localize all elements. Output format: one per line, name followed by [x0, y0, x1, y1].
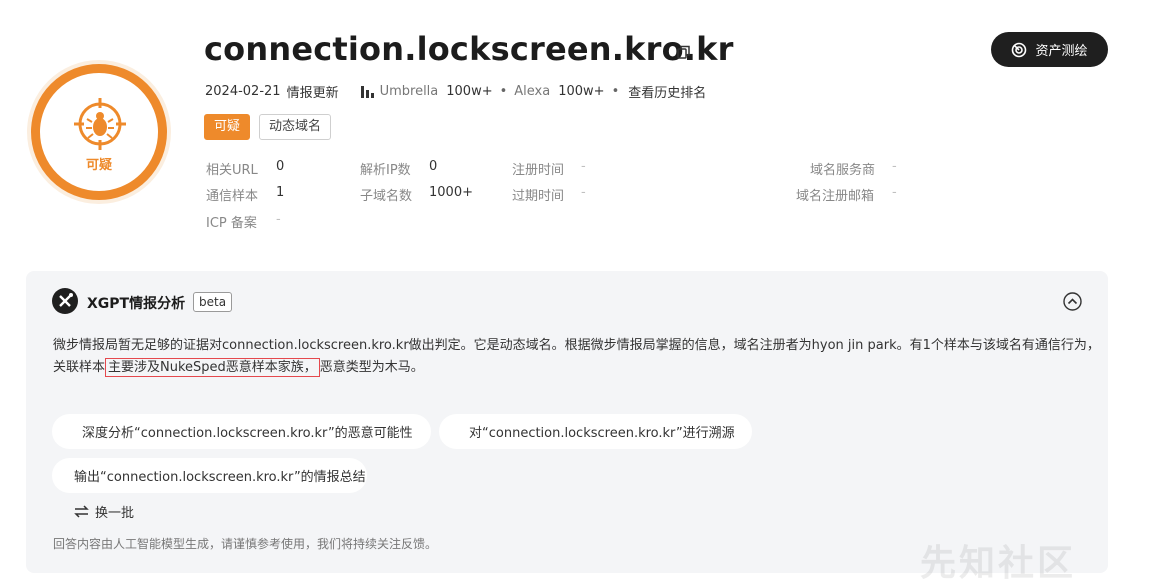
expire-time-value: -: [581, 185, 586, 200]
rank-bars-icon: [360, 85, 374, 98]
separator-dot: •: [611, 84, 620, 99]
beta-badge: beta: [193, 292, 233, 312]
analysis-highlight: 主要涉及NukeSped恶意样本家族，: [105, 358, 320, 377]
suggestion-trace-source[interactable]: 对“connection.lockscreen.kro.kr”进行溯源: [439, 414, 752, 449]
suggestion-deep-analysis[interactable]: 深度分析“connection.lockscreen.kro.kr”的恶意可能性: [52, 414, 431, 449]
xgpt-title: XGPT情报分析: [87, 296, 186, 312]
update-date: 2024-02-21: [205, 84, 281, 99]
swap-arrows-icon: [74, 505, 89, 518]
tag-dynamic-domain[interactable]: 动态域名: [259, 114, 332, 140]
analysis-text-prefix: 关联样本: [53, 360, 106, 375]
resolved-ip-value[interactable]: 0: [429, 159, 437, 174]
icp-value: -: [276, 212, 281, 227]
history-rank-link[interactable]: 查看历史排名: [628, 82, 706, 101]
refresh-suggestions-button[interactable]: 换一批: [74, 502, 134, 521]
alexa-label: Alexa: [514, 84, 551, 99]
registrar-label: 域名服务商: [810, 163, 876, 178]
update-label: 情报更新: [286, 86, 339, 101]
register-time-label: 注册时间: [512, 163, 565, 178]
registrant-email-label: 域名注册邮箱: [796, 189, 875, 204]
related-url-value[interactable]: 0: [276, 159, 284, 174]
suggestion-label: 输出“connection.lockscreen.kro.kr”的情报总结: [74, 470, 366, 485]
registrant-email-value: -: [892, 185, 897, 200]
copy-icon[interactable]: [676, 44, 692, 60]
chevron-up-icon[interactable]: [1063, 292, 1082, 311]
refresh-label: 换一批: [95, 506, 135, 521]
meta-row: 2024-02-21 情报更新 Umbrella 100w+ • Alexa 1…: [205, 82, 706, 101]
alexa-rank: 100w+: [558, 84, 605, 99]
umbrella-label: Umbrella: [379, 84, 439, 99]
analysis-text-suffix: 恶意类型为木马。: [319, 360, 424, 375]
analysis-text-line2: 关联样本 主要涉及NukeSped恶意样本家族， 恶意类型为木马。: [53, 356, 424, 377]
domain-title: connection.lockscreen.kro.kr: [204, 30, 734, 68]
separator-dot: •: [499, 84, 508, 99]
register-time-value: -: [581, 159, 586, 174]
samples-label: 通信样本: [206, 189, 259, 204]
verdict-badge-label: 可疑: [85, 158, 112, 173]
related-url-label: 相关URL: [206, 163, 258, 178]
bug-target-icon: [74, 98, 126, 150]
ai-disclaimer: 回答内容由人工智能模型生成，请谨慎参考使用，我们将持续关注反馈。: [53, 537, 438, 551]
watermark: 先知社区: [920, 543, 1077, 584]
suggestion-intel-summary[interactable]: 输出“connection.lockscreen.kro.kr”的情报总结: [52, 458, 367, 493]
registrar-value: -: [892, 159, 897, 174]
subdomains-value[interactable]: 1000+: [429, 185, 473, 200]
icp-label: ICP 备案: [206, 216, 257, 231]
subdomains-label: 子域名数: [360, 189, 413, 204]
asset-mapping-label: 资产测绘: [1035, 44, 1088, 59]
tag-suspicious[interactable]: 可疑: [204, 114, 251, 140]
samples-value[interactable]: 1: [276, 185, 284, 200]
suggestion-label: 对“connection.lockscreen.kro.kr”进行溯源: [469, 426, 735, 441]
suggestion-label: 深度分析“connection.lockscreen.kro.kr”的恶意可能性: [82, 426, 413, 441]
asset-mapping-button[interactable]: 资产测绘: [991, 32, 1108, 67]
xgpt-logo-icon: [52, 288, 78, 314]
expire-time-label: 过期时间: [512, 189, 565, 204]
radar-icon: [1012, 42, 1027, 57]
umbrella-rank: 100w+: [446, 84, 493, 99]
resolved-ip-label: 解析IP数: [360, 163, 411, 178]
analysis-text-line1: 微步情报局暂无足够的证据对connection.lockscreen.kro.k…: [53, 338, 1100, 353]
